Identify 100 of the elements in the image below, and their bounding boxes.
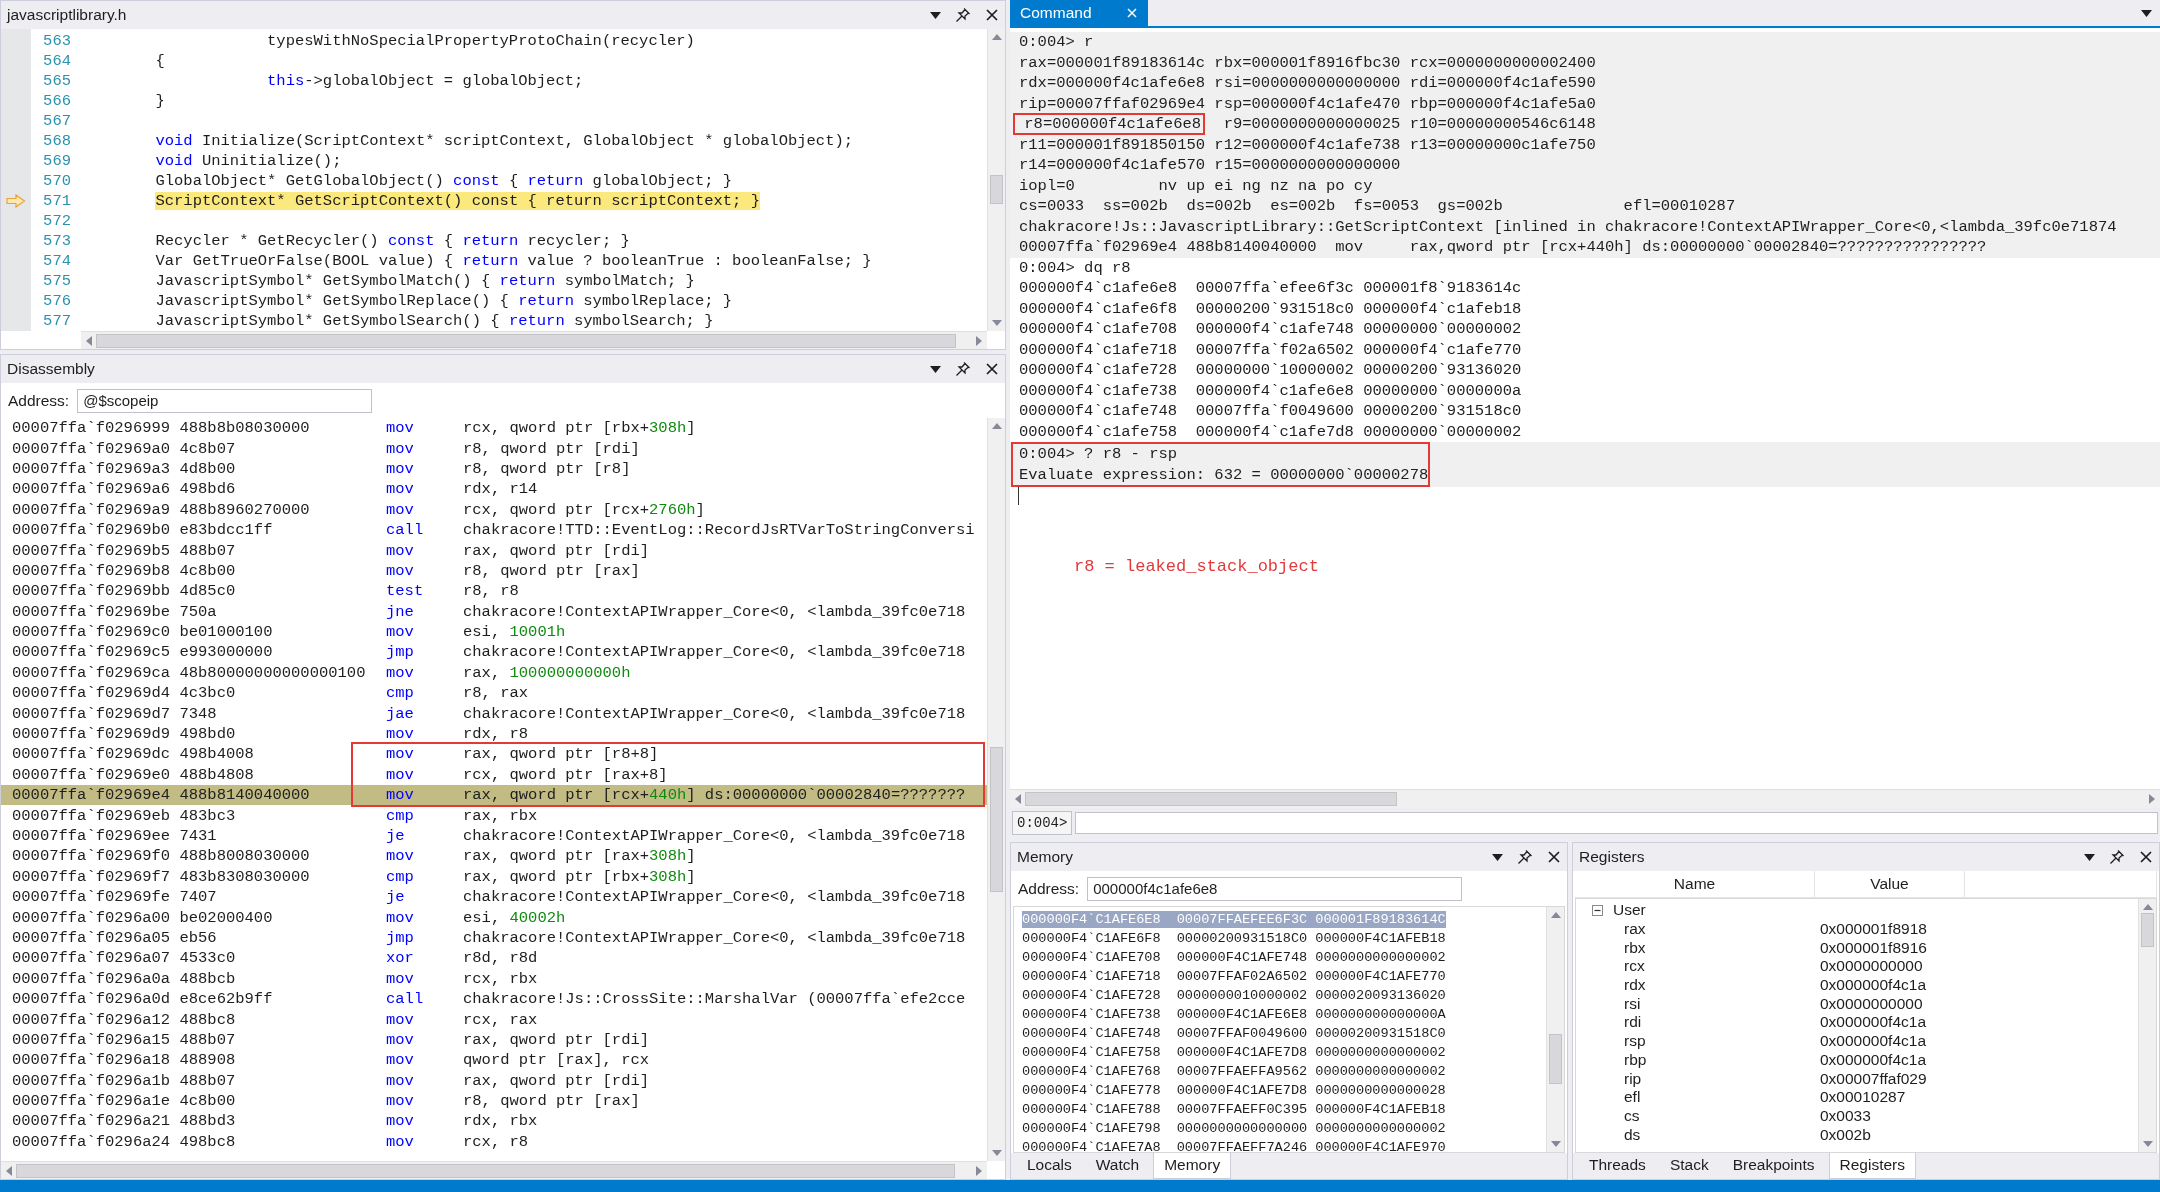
- pin-icon[interactable]: [955, 7, 971, 23]
- instruction-mnemonic: mov: [386, 541, 415, 560]
- dropdown-icon[interactable]: [2141, 9, 2152, 17]
- tab[interactable]: Memory: [1153, 1153, 1232, 1179]
- scroll-down-icon[interactable]: [2142, 1141, 2153, 1147]
- register-name: rip: [1623, 1069, 1643, 1088]
- address-field[interactable]: @$scopeip: [77, 388, 373, 413]
- scroll-left-icon[interactable]: [6, 1166, 12, 1176]
- instruction-mnemonic: je: [386, 827, 406, 845]
- code-line: JavascriptSymbol* GetSymbolReplace() { return symbolReplace; }: [154, 292, 733, 310]
- tab[interactable]: Breakpoints: [1722, 1153, 1825, 1179]
- memory-row[interactable]: 000000F4`C1AFE708 000000F4C1AFE748 0000000000000002: [1022, 949, 1446, 966]
- instruction-operands: r8, qword ptr [rax]: [463, 1092, 641, 1111]
- scroll-right-icon[interactable]: [976, 336, 982, 346]
- tab[interactable]: Registers: [1828, 1153, 1916, 1179]
- tab[interactable]: Threads: [1579, 1153, 1656, 1179]
- scroll-thumb[interactable]: [1025, 792, 1397, 806]
- memory-row[interactable]: 000000F4`C1AFE6F8 00000200931518C0 000000F4C1AFEB18: [1022, 930, 1446, 947]
- vertical-scrollbar[interactable]: [1546, 907, 1564, 1152]
- pin-icon[interactable]: [955, 361, 971, 377]
- dropdown-icon[interactable]: [930, 11, 941, 19]
- tab[interactable]: Locals: [1017, 1153, 1082, 1179]
- column-header[interactable]: Value: [1815, 871, 1965, 897]
- console-line: 000000f4`c1afe738 000000f4`c1afe6e8 00000000`0000000a: [1018, 380, 1523, 401]
- column-header[interactable]: Name: [1575, 871, 1815, 897]
- dropdown-icon[interactable]: [2084, 853, 2095, 861]
- memory-row[interactable]: 000000F4`C1AFE738 000000F4C1AFE6E8 000000000000000A: [1022, 1006, 1446, 1023]
- collapse-icon[interactable]: [1592, 904, 1603, 916]
- dropdown-icon[interactable]: [1492, 853, 1503, 861]
- instruction-mnemonic: mov: [386, 786, 415, 805]
- scroll-left-icon[interactable]: [86, 336, 92, 346]
- instruction-operands: r8, rax: [463, 684, 530, 703]
- close-icon[interactable]: [985, 8, 999, 22]
- scroll-up-icon[interactable]: [991, 423, 1002, 429]
- close-icon[interactable]: [2139, 850, 2153, 864]
- tab[interactable]: Watch: [1085, 1153, 1150, 1179]
- instruction-address: 00007ffa`f0296a00 be02000400: [12, 908, 274, 927]
- scroll-thumb[interactable]: [2141, 913, 2154, 947]
- memory-row[interactable]: 000000F4`C1AFE798 0000000000000000 0000000000000002: [1022, 1120, 1446, 1137]
- instruction-operands: esi, 40002h: [463, 908, 567, 927]
- instruction-mnemonic: mov: [386, 765, 415, 784]
- instruction-mnemonic: cmp: [386, 684, 415, 703]
- tab[interactable]: Stack: [1659, 1153, 1719, 1179]
- scroll-up-icon[interactable]: [991, 34, 1002, 40]
- instruction-mnemonic: mov: [386, 459, 415, 478]
- line-number: 571: [42, 192, 71, 210]
- memory-row[interactable]: 000000F4`C1AFE748 00007FFAF0049600 00000200931518C0: [1022, 1025, 1446, 1042]
- pin-icon[interactable]: [1517, 849, 1533, 865]
- instruction-operands: qword ptr [rax], rcx: [463, 1051, 651, 1070]
- scroll-up-icon[interactable]: [2142, 904, 2153, 910]
- memory-row[interactable]: 000000F4`C1AFE758 000000F4C1AFE7D8 0000000000000002: [1022, 1044, 1446, 1061]
- instruction-address: 00007ffa`f02969b5 488b07: [12, 541, 237, 560]
- vertical-scrollbar[interactable]: [2138, 899, 2156, 1152]
- register-value: 0x002b: [1820, 1125, 1872, 1144]
- instruction-mnemonic: je: [386, 888, 406, 907]
- tab[interactable]: Command: [1010, 0, 1148, 26]
- scroll-thumb[interactable]: [990, 746, 1003, 892]
- instruction-mnemonic: jmp: [386, 928, 415, 947]
- memory-row[interactable]: 000000F4`C1AFE768 00007FFAEFFA9562 0000000000000002: [1022, 1063, 1446, 1080]
- vertical-scrollbar[interactable]: [987, 418, 1005, 1161]
- instruction-operands: rax, qword ptr [rbx+308h]: [463, 867, 697, 886]
- register-value: 0x000000f4c1a: [1820, 1013, 1927, 1032]
- instruction-operands: rcx, qword ptr [rbx+308h]: [463, 419, 697, 438]
- instruction-address: 00007ffa`f0296a1e 4c8b00: [12, 1092, 237, 1111]
- address-field[interactable]: 000000f4c1afe6e8: [1087, 876, 1463, 901]
- register-name: efl: [1623, 1088, 1642, 1107]
- close-icon[interactable]: [985, 362, 999, 376]
- memory-row[interactable]: 000000F4`C1AFE728 0000000010000002 0000020093136020: [1022, 987, 1446, 1004]
- instruction-mnemonic: mov: [386, 1071, 415, 1090]
- register-name: rcx: [1623, 957, 1646, 976]
- memory-row[interactable]: 000000F4`C1AFE7A8 00007FFAEFF7A246 000000F4C1AFE970: [1022, 1139, 1446, 1152]
- instruction-mnemonic: mov: [386, 1030, 415, 1049]
- console-line: r14=000000f4c1afe570 r15=0000000000000000: [1018, 155, 1402, 176]
- dropdown-icon[interactable]: [930, 365, 941, 373]
- scroll-left-icon[interactable]: [1015, 794, 1021, 804]
- scroll-down-icon[interactable]: [991, 320, 1002, 326]
- pin-icon[interactable]: [2109, 849, 2125, 865]
- command-prompt: 0:004>: [1012, 811, 1073, 835]
- scroll-thumb[interactable]: [1549, 1033, 1562, 1084]
- close-icon[interactable]: [1547, 850, 1561, 864]
- instruction-operands: chakracore!Js::CrossSite::MarshalVar (00007ffa`efe2cce: [463, 990, 967, 1009]
- memory-row[interactable]: 000000F4`C1AFE778 000000F4C1AFE7D8 0000000000000028: [1022, 1082, 1446, 1099]
- vertical-scrollbar[interactable]: [987, 29, 1005, 331]
- memory-row[interactable]: 000000F4`C1AFE788 00007FFAEFF0C395 000000F4C1AFEB18: [1022, 1101, 1446, 1118]
- scroll-right-icon[interactable]: [2149, 794, 2155, 804]
- command-input[interactable]: [1075, 812, 2158, 834]
- tree-group-label[interactable]: User: [1613, 901, 1646, 920]
- scroll-down-icon[interactable]: [1550, 1141, 1561, 1147]
- field-label: Address:: [8, 391, 70, 410]
- register-value: 0x000001f8916: [1820, 938, 1928, 957]
- horizontal-scrollbar[interactable]: [1, 1161, 987, 1179]
- memory-row[interactable]: 000000F4`C1AFE718 00007FFAF02A6502 000000F4C1AFE770: [1022, 968, 1446, 985]
- scroll-down-icon[interactable]: [991, 1150, 1002, 1156]
- scroll-thumb[interactable]: [990, 174, 1003, 204]
- scroll-up-icon[interactable]: [1550, 912, 1561, 918]
- scroll-right-icon[interactable]: [976, 1166, 982, 1176]
- console-line: 000000f4`c1afe6f8 00000200`931518c0 000000f4`c1afeb18: [1018, 298, 1523, 319]
- horizontal-scrollbar[interactable]: [81, 331, 987, 349]
- instruction-mnemonic: mov: [386, 1010, 415, 1029]
- instruction-address: 00007ffa`f02969dc 498b4008: [12, 745, 255, 764]
